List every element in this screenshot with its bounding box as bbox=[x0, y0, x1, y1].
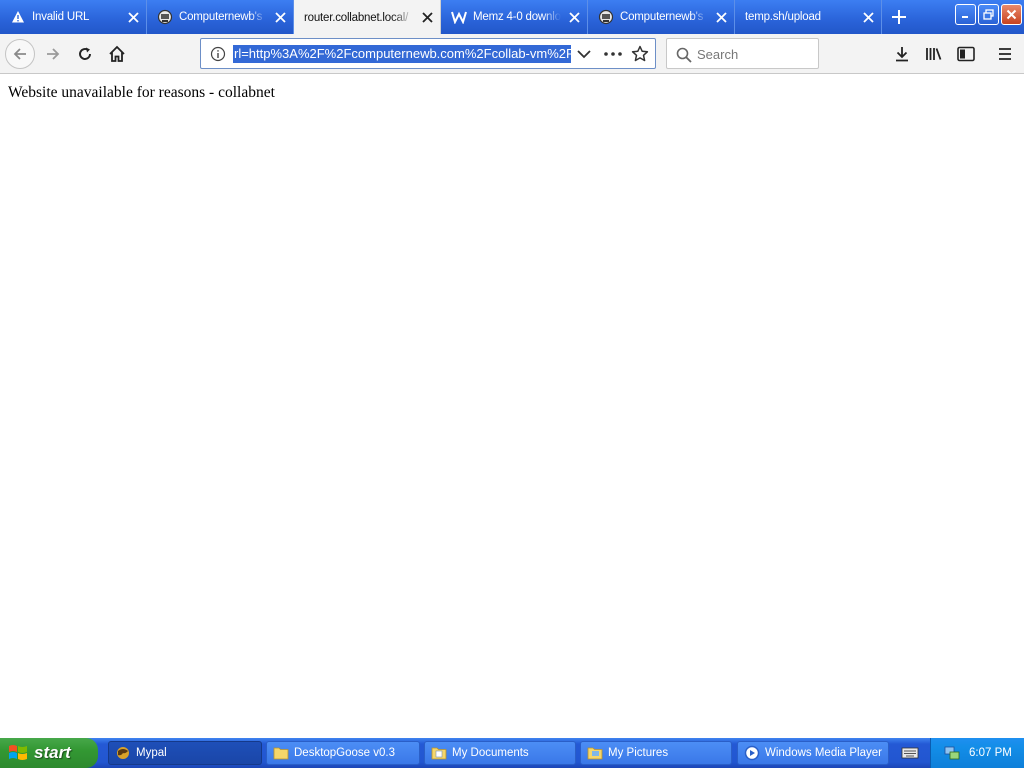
network-icon[interactable] bbox=[943, 744, 961, 762]
restore-icon bbox=[983, 9, 994, 20]
taskbar-item-label: Windows Media Player bbox=[765, 747, 882, 759]
tab-title: Computernewb's bbox=[620, 11, 704, 23]
taskbar-item-label: DesktopGoose v0.3 bbox=[294, 747, 396, 759]
tab-router-collabnet[interactable]: router.collabnet.local/ bbox=[294, 0, 441, 35]
tab-strip: Invalid URL Computernewb's router.collab… bbox=[0, 0, 1024, 35]
mypal-icon bbox=[115, 745, 131, 761]
library-button[interactable] bbox=[920, 40, 948, 68]
hamburger-menu-icon bbox=[999, 48, 1011, 60]
tab-title: router.collabnet.local/ bbox=[304, 11, 409, 24]
taskbar-item-desktopgoose[interactable]: DesktopGoose v0.3 bbox=[266, 741, 420, 765]
restore-button[interactable] bbox=[978, 4, 999, 25]
close-icon[interactable] bbox=[567, 10, 581, 24]
more-actions-icon[interactable] bbox=[603, 46, 623, 62]
home-icon bbox=[109, 45, 125, 62]
library-icon bbox=[926, 48, 942, 60]
close-icon bbox=[1006, 9, 1017, 20]
new-tab-button[interactable] bbox=[888, 6, 910, 28]
download-icon bbox=[896, 47, 908, 62]
tab-temp-sh[interactable]: temp.sh/upload bbox=[735, 0, 882, 34]
tab-computernewb-1[interactable]: Computernewb's bbox=[147, 0, 294, 34]
search-box[interactable] bbox=[666, 38, 819, 69]
minimize-icon bbox=[962, 16, 968, 18]
close-icon[interactable] bbox=[714, 10, 728, 24]
page-content: Website unavailable for reasons - collab… bbox=[0, 75, 1024, 738]
wix-favicon-icon bbox=[451, 9, 467, 25]
sidebar-button[interactable] bbox=[952, 40, 980, 68]
home-button[interactable] bbox=[102, 39, 132, 69]
folder-icon bbox=[273, 745, 289, 761]
close-window-button[interactable] bbox=[1001, 4, 1022, 25]
keyboard-icon[interactable] bbox=[900, 744, 920, 762]
tab-invalid-url[interactable]: Invalid URL bbox=[0, 0, 147, 34]
close-icon[interactable] bbox=[861, 10, 875, 24]
reload-icon bbox=[79, 47, 91, 60]
close-icon[interactable] bbox=[420, 11, 434, 25]
forward-button[interactable] bbox=[38, 39, 68, 69]
sidebar-icon bbox=[957, 46, 975, 62]
folder-icon bbox=[587, 745, 603, 761]
back-button[interactable] bbox=[5, 39, 35, 69]
minimize-button[interactable] bbox=[955, 4, 976, 25]
search-icon bbox=[675, 46, 692, 63]
taskbar-item-label: My Pictures bbox=[608, 747, 669, 759]
computernewb-favicon-icon bbox=[157, 9, 173, 25]
bookmark-star-icon[interactable] bbox=[631, 45, 649, 63]
system-tray: 6:07 PM bbox=[930, 738, 1024, 768]
navigation-toolbar: rl=http%3A%2F%2Fcomputernewb.com%2Fcolla… bbox=[0, 34, 1024, 74]
chevron-down-icon[interactable] bbox=[576, 46, 592, 62]
clock: 6:07 PM bbox=[969, 747, 1012, 759]
url-bar[interactable]: rl=http%3A%2F%2Fcomputernewb.com%2Fcolla… bbox=[200, 38, 656, 69]
tab-computernewb-2[interactable]: Computernewb's bbox=[588, 0, 735, 34]
start-label: start bbox=[34, 743, 71, 762]
folder-icon bbox=[431, 745, 447, 761]
taskbar-item-my-pictures[interactable]: My Pictures bbox=[580, 741, 732, 765]
downloads-button[interactable] bbox=[888, 40, 916, 68]
computernewb-favicon-icon bbox=[598, 9, 614, 25]
taskbar-item-label: My Documents bbox=[452, 747, 529, 759]
plus-icon bbox=[892, 10, 906, 24]
close-icon[interactable] bbox=[273, 10, 287, 24]
tab-memz[interactable]: Memz 4-0 downlo bbox=[441, 0, 588, 34]
windows-logo-icon bbox=[8, 743, 28, 763]
tab-title: temp.sh/upload bbox=[745, 11, 821, 23]
media-player-icon bbox=[744, 745, 760, 761]
url-text[interactable]: rl=http%3A%2F%2Fcomputernewb.com%2Fcolla… bbox=[233, 45, 571, 63]
info-icon[interactable] bbox=[209, 45, 227, 63]
menu-button[interactable] bbox=[991, 40, 1019, 68]
page-message: Website unavailable for reasons - collab… bbox=[8, 84, 275, 101]
taskbar-item-my-documents[interactable]: My Documents bbox=[424, 741, 576, 765]
tab-title: Computernewb's bbox=[179, 11, 263, 23]
taskbar-item-mypal[interactable]: Mypal bbox=[108, 741, 262, 765]
start-button[interactable]: start bbox=[0, 738, 98, 768]
close-icon[interactable] bbox=[126, 10, 140, 24]
taskbar-item-label: Mypal bbox=[136, 747, 167, 759]
tab-title: Invalid URL bbox=[32, 11, 90, 23]
tab-title: Memz 4-0 downlo bbox=[473, 11, 561, 23]
taskbar: start Mypal DesktopGoose v0.3 My Documen… bbox=[0, 738, 1024, 768]
arrow-right-icon bbox=[47, 48, 60, 60]
reload-button[interactable] bbox=[70, 39, 100, 69]
warning-icon bbox=[10, 9, 26, 25]
search-input[interactable] bbox=[697, 44, 812, 64]
taskbar-item-windows-media-player[interactable]: Windows Media Player bbox=[737, 741, 889, 765]
arrow-left-icon bbox=[13, 48, 26, 60]
